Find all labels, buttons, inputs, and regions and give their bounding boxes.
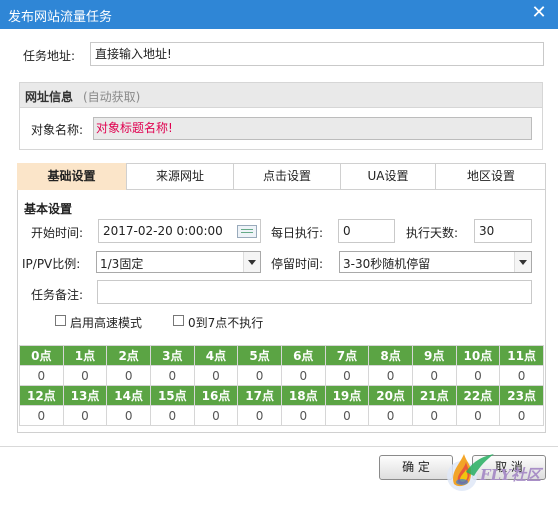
watermark-logo: FLY社区 [440, 442, 550, 498]
hour-value-row: 0 0 0 0 0 0 0 0 0 0 0 0 [19, 365, 544, 386]
stay-time-value: 3-30秒随机停留 [343, 257, 431, 271]
hour-value-cell[interactable]: 0 [106, 405, 151, 426]
hour-value-cell[interactable]: 0 [237, 405, 282, 426]
hour-header-row: 0点 1点 2点 3点 4点 5点 6点 7点 8点 9点 10点 11点 [19, 345, 544, 366]
stay-time-label: 停留时间: [271, 257, 324, 271]
object-name-label: 对象名称: [31, 123, 84, 137]
tab-basic-settings[interactable]: 基础设置 [17, 163, 127, 190]
hour-label: 17点 [237, 385, 282, 406]
object-name-field: 对象标题名称! [93, 117, 532, 140]
hour-label: 21点 [411, 385, 457, 406]
tab-ua-settings[interactable]: UA设置 [341, 163, 436, 190]
exec-days-label: 执行天数: [406, 226, 459, 240]
hour-value-cell[interactable]: 0 [280, 405, 326, 426]
hour-value-cell[interactable]: 0 [324, 365, 370, 386]
hour-label: 0点 [19, 345, 64, 366]
hour-value-cell[interactable]: 0 [149, 405, 195, 426]
hour-value-cell[interactable]: 0 [499, 405, 544, 426]
title-bar: 发布网站流量任务 ✕ [0, 0, 558, 29]
hour-label: 20点 [368, 385, 413, 406]
fast-mode-checkbox[interactable] [55, 315, 66, 326]
hour-label: 10点 [455, 345, 501, 366]
skip-night-label: 0到7点不执行 [188, 316, 264, 330]
hour-value-cell[interactable]: 0 [19, 365, 64, 386]
chevron-down-icon[interactable] [243, 252, 260, 272]
ip-pv-ratio-select[interactable]: 1/3固定 [96, 251, 261, 273]
hour-label: 16点 [193, 385, 239, 406]
task-address-label: 任务地址: [23, 49, 76, 63]
hour-label: 4点 [193, 345, 239, 366]
hour-value-cell[interactable]: 0 [19, 405, 64, 426]
hour-label: 8点 [368, 345, 413, 366]
hour-header-row: 12点 13点 14点 15点 16点 17点 18点 19点 20点 21点 … [19, 385, 544, 406]
basic-settings-heading: 基本设置 [24, 202, 73, 216]
hour-label: 14点 [106, 385, 151, 406]
hour-label: 12点 [19, 385, 64, 406]
skip-night-checkbox[interactable] [173, 315, 184, 326]
daily-exec-input[interactable]: 0 [338, 219, 395, 243]
hour-value-row: 0 0 0 0 0 0 0 0 0 0 0 0 [19, 405, 544, 426]
hour-value-cell[interactable]: 0 [368, 405, 413, 426]
hour-label: 13点 [62, 385, 108, 406]
start-time-input[interactable]: 2017-02-20 0:00:00 [98, 219, 261, 243]
hour-label: 19点 [324, 385, 370, 406]
hour-value-cell[interactable]: 0 [237, 365, 282, 386]
ip-pv-ratio-label: IP/PV比例: [22, 257, 81, 271]
tab-region-settings[interactable]: 地区设置 [436, 163, 546, 190]
settings-tabs: 基础设置 来源网址 点击设置 UA设置 地区设置 [17, 163, 546, 190]
hour-value-cell[interactable]: 0 [193, 405, 239, 426]
hour-value-cell[interactable]: 0 [106, 365, 151, 386]
hour-label: 2点 [106, 345, 151, 366]
hour-value-cell[interactable]: 0 [368, 365, 413, 386]
start-time-value: 2017-02-20 0:00:00 [103, 224, 223, 238]
hour-value-cell[interactable]: 0 [193, 365, 239, 386]
task-address-input[interactable]: 直接输入地址! [90, 42, 544, 66]
hour-label: 15点 [149, 385, 195, 406]
url-info-subtitle: (自动获取) [83, 90, 141, 104]
hour-value-cell[interactable]: 0 [411, 365, 457, 386]
hour-value-cell[interactable]: 0 [455, 405, 501, 426]
hour-label: 6点 [280, 345, 326, 366]
hour-label: 11点 [499, 345, 544, 366]
hourly-distribution-table: 0点 1点 2点 3点 4点 5点 6点 7点 8点 9点 10点 11点 0 … [19, 345, 544, 426]
hour-label: 9点 [411, 345, 457, 366]
hour-value-cell[interactable]: 0 [411, 405, 457, 426]
hour-label: 7点 [324, 345, 370, 366]
exec-days-input[interactable]: 30 [474, 219, 532, 243]
calendar-icon[interactable] [237, 225, 257, 238]
hour-label: 1点 [62, 345, 108, 366]
close-icon[interactable]: ✕ [530, 3, 548, 23]
start-time-label: 开始时间: [31, 226, 84, 240]
hour-label: 3点 [149, 345, 195, 366]
chevron-down-icon[interactable] [514, 252, 531, 272]
hour-value-cell[interactable]: 0 [62, 365, 108, 386]
fast-mode-label: 启用高速模式 [70, 316, 143, 330]
daily-exec-label: 每日执行: [271, 226, 324, 240]
task-note-input[interactable] [97, 280, 532, 304]
url-info-title: 网址信息 [25, 90, 74, 104]
ip-pv-ratio-value: 1/3固定 [100, 257, 144, 271]
hour-value-cell[interactable]: 0 [280, 365, 326, 386]
hour-label: 5点 [237, 345, 282, 366]
hour-label: 22点 [455, 385, 501, 406]
hour-label: 23点 [499, 385, 544, 406]
hour-value-cell[interactable]: 0 [455, 365, 501, 386]
hour-value-cell[interactable]: 0 [149, 365, 195, 386]
hour-value-cell[interactable]: 0 [499, 365, 544, 386]
task-note-label: 任务备注: [31, 288, 84, 302]
hour-value-cell[interactable]: 0 [324, 405, 370, 426]
stay-time-select[interactable]: 3-30秒随机停留 [339, 251, 532, 273]
window-title: 发布网站流量任务 [8, 10, 113, 25]
tab-source-url[interactable]: 来源网址 [127, 163, 234, 190]
hour-label: 18点 [280, 385, 326, 406]
hour-value-cell[interactable]: 0 [62, 405, 108, 426]
tab-click-settings[interactable]: 点击设置 [234, 163, 341, 190]
watermark-text: FLY社区 [480, 466, 541, 484]
url-info-header: 网址信息 (自动获取) [19, 82, 543, 108]
